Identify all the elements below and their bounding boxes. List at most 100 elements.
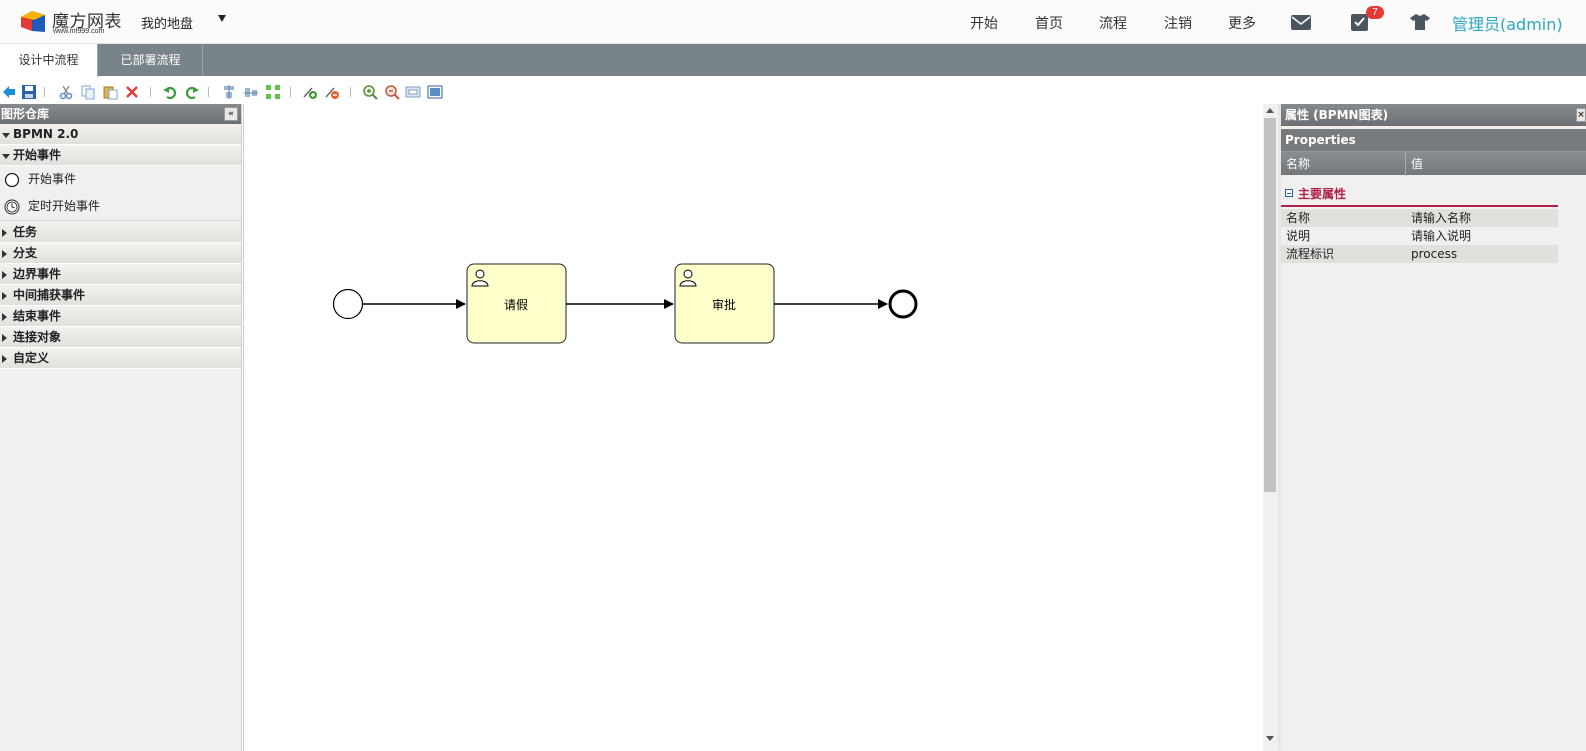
property-value[interactable]: 请输入名称 [1411, 209, 1471, 227]
diagram-canvas[interactable]: 请假 审批 [243, 104, 1263, 751]
paste-icon[interactable] [102, 84, 118, 100]
collapsed-triangle-icon [2, 292, 7, 300]
mail-icon[interactable] [1290, 11, 1312, 33]
collapsed-triangle-icon [2, 250, 7, 258]
end-event[interactable] [888, 289, 918, 319]
task-label: 审批 [712, 297, 736, 312]
stencil-label: 定时开始事件 [28, 199, 101, 213]
shape-repository-header: 图形仓库 « [0, 104, 241, 124]
logo-url: www.mf999.com [53, 28, 105, 35]
dropdown-arrow-icon[interactable] [218, 15, 226, 22]
logo-cube-icon [21, 11, 45, 32]
save-icon[interactable] [21, 84, 37, 100]
nav-home[interactable]: 首页 [1035, 13, 1063, 33]
collapse-section-icon[interactable] [1285, 189, 1293, 197]
section-title: 主要属性 [1298, 187, 1347, 201]
drive-dropdown-label[interactable]: 我的地盘 [141, 13, 193, 32]
palette-group-connecting-objects[interactable]: 连接对象 [0, 327, 241, 348]
property-key: 说明 [1286, 229, 1311, 243]
property-row-description[interactable]: 说明 请输入说明 [1281, 227, 1558, 245]
close-panel-icon[interactable]: × [1576, 108, 1586, 122]
nav-start[interactable]: 开始 [970, 13, 998, 33]
property-row-name[interactable]: 名称 请输入名称 [1281, 209, 1558, 227]
undo-icon[interactable] [162, 84, 178, 100]
tab-deployed-workflows[interactable]: 已部署流程 [99, 44, 203, 76]
copy-icon[interactable] [80, 84, 96, 100]
scroll-up-arrow-icon[interactable] [1266, 108, 1274, 113]
tab-bar: 设计中流程 已部署流程 [0, 44, 1586, 77]
palette-group-boundary-events[interactable]: 边界事件 [0, 264, 241, 285]
toolbar-separator [150, 87, 151, 97]
section-underline [1281, 205, 1558, 207]
palette-group-label: 结束事件 [13, 309, 62, 323]
tshirt-theme-icon[interactable] [1409, 11, 1431, 33]
collapse-panel-icon[interactable]: « [224, 107, 238, 121]
palette-group-label: 中间捕获事件 [13, 288, 86, 302]
zoom-fit-icon[interactable] [427, 84, 443, 100]
column-divider[interactable] [1405, 152, 1406, 176]
palette-group-tasks[interactable]: 任务 [0, 222, 241, 243]
user-task-approval[interactable]: 审批 [674, 263, 775, 344]
expanded-triangle-icon [2, 154, 10, 159]
collapsed-triangle-icon [2, 355, 7, 363]
collapsed-triangle-icon [2, 334, 7, 342]
shape-repository-title: 图形仓库 [1, 107, 50, 121]
column-value: 值 [1411, 157, 1424, 171]
shape-repository-panel: 图形仓库 « BPMN 2.0 开始事件 开始事件 定时开始事件 任务 分支 边… [0, 104, 242, 751]
property-key: 流程标识 [1286, 247, 1335, 261]
redo-icon[interactable] [184, 84, 200, 100]
properties-subtitle: Properties [1281, 129, 1586, 151]
palette-group-label: 自定义 [13, 351, 50, 365]
remove-edge-icon[interactable] [324, 84, 340, 100]
task-label: 请假 [504, 298, 528, 312]
zoom-actual-icon[interactable] [405, 84, 421, 100]
back-arrow-icon[interactable] [1, 84, 17, 100]
align-horizontal-icon[interactable] [243, 84, 259, 100]
palette-group-label: 任务 [13, 225, 38, 239]
palette-group-label: 分支 [13, 246, 38, 260]
palette-group-end-events[interactable]: 结束事件 [0, 306, 241, 327]
property-row-process-id[interactable]: 流程标识 process [1281, 245, 1558, 263]
canvas-vertical-scrollbar[interactable] [1263, 104, 1278, 751]
palette-group-gateways[interactable]: 分支 [0, 243, 241, 264]
palette-root-bpmn[interactable]: BPMN 2.0 [0, 124, 241, 145]
toolbar-separator [290, 87, 291, 97]
properties-section-main[interactable]: 主要属性 [1281, 179, 1586, 209]
editor-toolbar [0, 81, 1586, 103]
top-navbar: 魔方网表 www.mf999.com 我的地盘 开始 首页 流程 注销 更多 7… [0, 0, 1586, 44]
zoom-out-icon[interactable] [384, 84, 400, 100]
nav-more[interactable]: 更多 [1228, 13, 1256, 33]
scroll-down-arrow-icon[interactable] [1266, 736, 1274, 741]
delete-icon[interactable] [124, 84, 140, 100]
collapsed-triangle-icon [2, 229, 7, 237]
diagram-svg: 请假 审批 [332, 263, 918, 344]
tab-designing-workflows[interactable]: 设计中流程 [0, 44, 98, 77]
zoom-in-icon[interactable] [362, 84, 378, 100]
palette-group-custom[interactable]: 自定义 [0, 348, 241, 369]
cut-icon[interactable] [58, 84, 74, 100]
user-menu[interactable]: 管理员(admin) [1452, 11, 1563, 35]
align-vertical-icon[interactable] [221, 84, 237, 100]
distribute-icon[interactable] [265, 84, 281, 100]
logo[interactable]: 魔方网表 www.mf999.com [18, 5, 138, 39]
palette-group-intermediate-catch-events[interactable]: 中间捕获事件 [0, 285, 241, 306]
palette-group-label: 开始事件 [13, 148, 62, 162]
start-event[interactable] [332, 288, 364, 320]
property-key: 名称 [1286, 211, 1311, 225]
property-value[interactable]: process [1411, 245, 1457, 263]
palette-root-label: BPMN 2.0 [13, 127, 79, 141]
nav-workflow[interactable]: 流程 [1099, 13, 1127, 33]
column-name: 名称 [1286, 157, 1311, 171]
expanded-triangle-icon [2, 133, 10, 138]
nav-logout[interactable]: 注销 [1164, 13, 1192, 33]
scrollbar-thumb[interactable] [1264, 118, 1276, 492]
toolbar-separator [350, 87, 351, 97]
palette-group-start-events[interactable]: 开始事件 [0, 145, 241, 166]
user-task-leave-request[interactable]: 请假 [466, 263, 567, 344]
collapsed-triangle-icon [2, 271, 7, 279]
stencil-timer-start-event[interactable]: 定时开始事件 [0, 193, 241, 220]
property-value[interactable]: 请输入说明 [1411, 227, 1471, 245]
add-edge-icon[interactable] [302, 84, 318, 100]
stencil-start-event[interactable]: 开始事件 [0, 166, 241, 193]
timer-clock-icon [4, 199, 20, 215]
